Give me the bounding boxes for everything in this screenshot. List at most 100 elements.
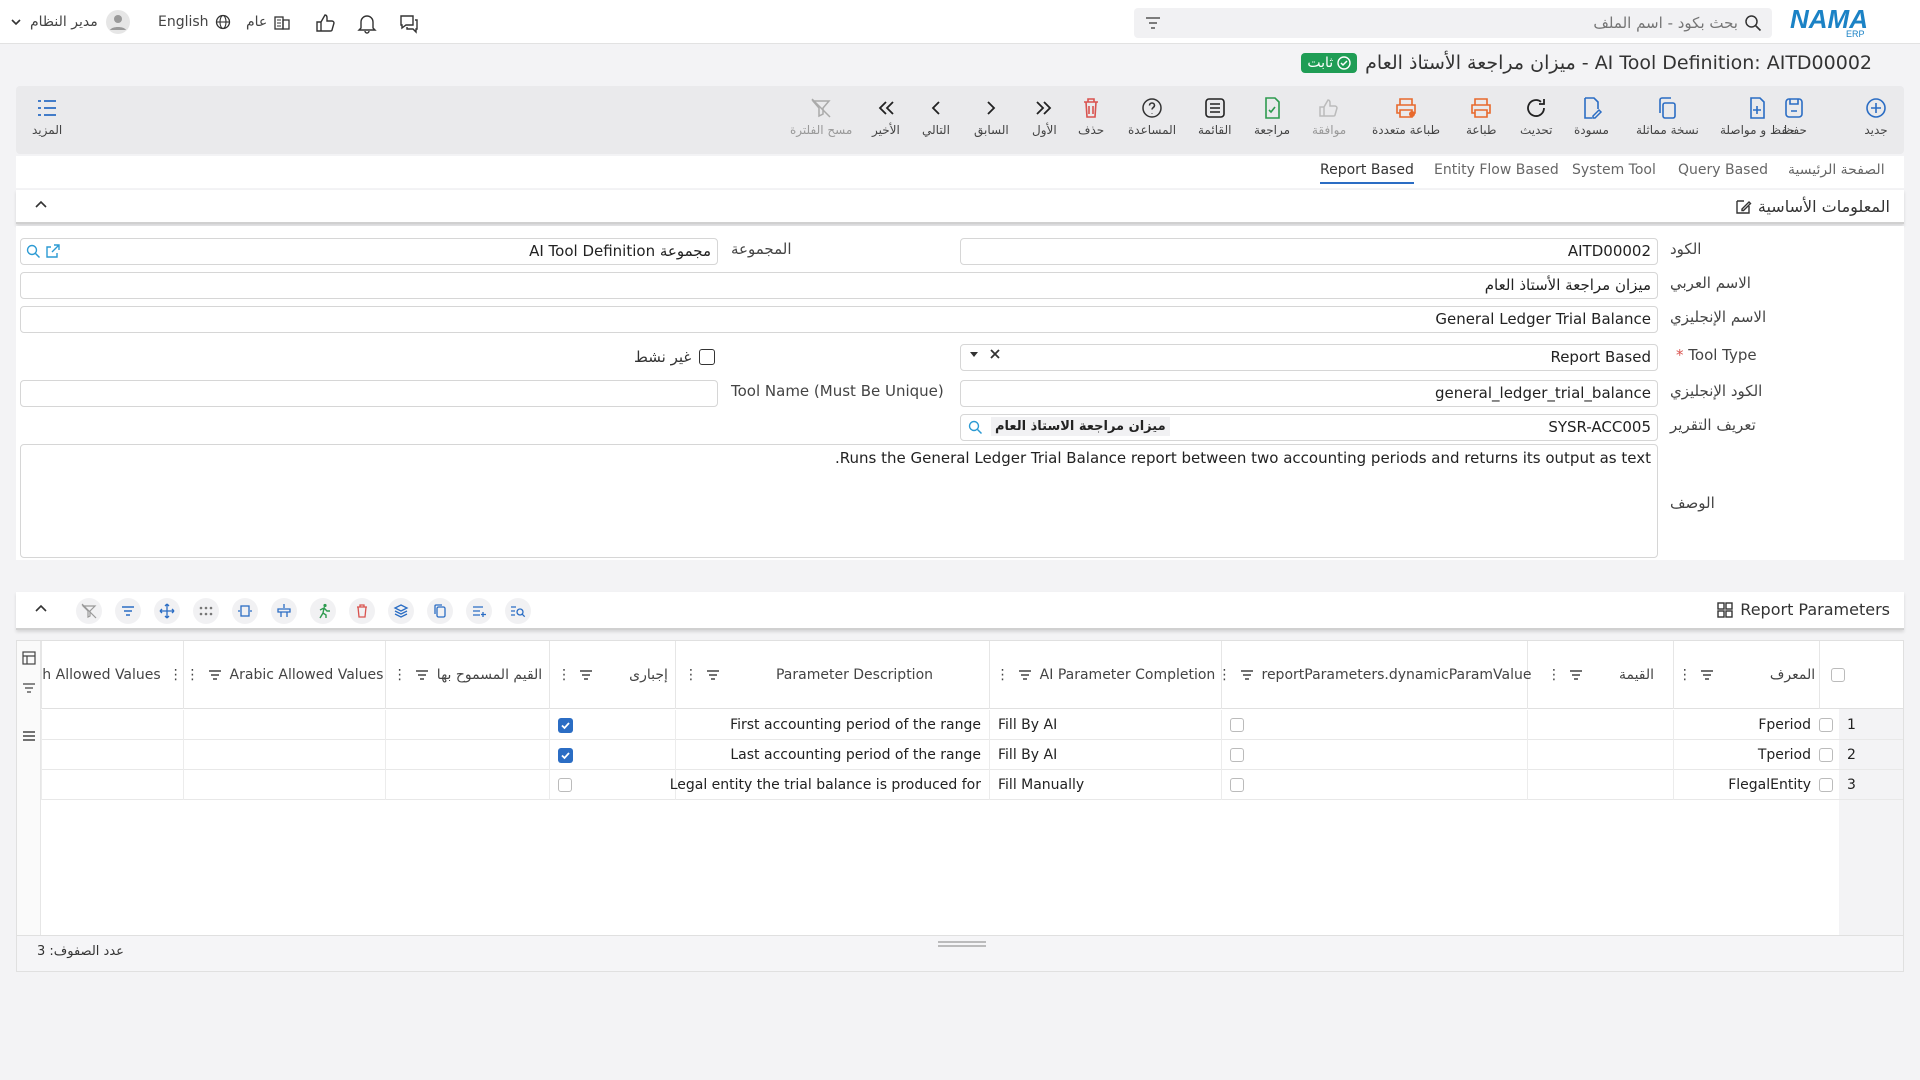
trash-icon[interactable] [349, 598, 375, 624]
required-checkbox-checked[interactable] [558, 747, 573, 763]
arabic-allowed-cell[interactable] [183, 740, 385, 770]
completion-cell[interactable]: Fill Manually [989, 770, 1221, 800]
dynamic-value-cell[interactable] [1221, 710, 1527, 740]
header-id[interactable]: ⋮ المعرف [1673, 641, 1819, 709]
external-link-icon[interactable] [45, 243, 61, 259]
basic-info-header[interactable]: المعلومات الأساسية [16, 190, 1904, 224]
tab-entity-flow-based[interactable]: Entity Flow Based [1434, 162, 1559, 178]
description-cell[interactable]: First accounting period of the range [675, 710, 989, 740]
table-row[interactable]: 1 Fperiod Fill By AI First accounting pe… [41, 710, 1903, 740]
help-button[interactable]: المساعدة [1128, 96, 1176, 137]
first-button[interactable]: الأول [1032, 96, 1057, 137]
review-button[interactable]: مراجعة [1254, 96, 1290, 137]
table-row[interactable]: 2 Tperiod Fill By AI Last accounting per… [41, 740, 1903, 770]
duplicate-button[interactable]: نسخة مماثلة [1636, 96, 1699, 137]
english-allowed-cell[interactable] [41, 770, 183, 800]
lookup-search-icon[interactable] [25, 243, 41, 259]
run-icon[interactable] [310, 598, 336, 624]
arabic-name-field[interactable]: ميزان مراجعة الأستاذ العام [20, 272, 1658, 299]
dynamic-value-cell[interactable] [1221, 740, 1527, 770]
draft-button[interactable]: مسودة [1574, 96, 1609, 137]
header-dynamic[interactable]: ⋮ reportParameters.dynamicParamValue [1218, 641, 1532, 709]
tab-system-tool[interactable]: System Tool [1572, 162, 1656, 178]
param-id-cell[interactable]: FlegalEntity [1673, 770, 1819, 800]
completion-cell[interactable]: Fill By AI [989, 740, 1221, 770]
header-description[interactable]: ⋮ Parameter Description [675, 641, 989, 709]
param-id-cell[interactable]: Fperiod [1673, 710, 1819, 740]
header-required[interactable]: ⋮ إجبارى [549, 641, 675, 709]
chevron-up-icon[interactable] [34, 602, 48, 616]
layers-icon[interactable] [388, 598, 414, 624]
required-checkbox-checked[interactable] [558, 717, 573, 733]
clear-filter-button[interactable]: مسح الفلترة [790, 96, 852, 137]
list-button[interactable]: القائمة [1198, 96, 1231, 137]
header-value[interactable]: ⋮ القيمة [1527, 641, 1673, 709]
group-field[interactable]: مجموعة AI Tool Definition [20, 238, 718, 265]
description-cell[interactable]: Last accounting period of the range [675, 740, 989, 770]
required-cell[interactable] [549, 740, 675, 770]
param-value-cell[interactable] [1527, 710, 1673, 740]
new-button[interactable]: جديد [1864, 96, 1888, 137]
refresh-button[interactable]: تحديث [1520, 96, 1553, 137]
header-allowed[interactable]: ⋮ القيم المسموح بها [385, 641, 549, 709]
columns-icon[interactable] [22, 651, 36, 665]
param-value-cell[interactable] [1527, 740, 1673, 770]
user-menu[interactable]: مدير النظام [10, 10, 130, 34]
print-button[interactable]: طباعة [1466, 96, 1496, 137]
last-button[interactable]: الأخير [872, 96, 900, 137]
tab-report-based[interactable]: Report Based [1320, 162, 1414, 184]
filter-icon[interactable] [1144, 14, 1162, 32]
multi-print-button[interactable]: طباعة متعددة [1372, 96, 1440, 137]
code-field[interactable]: AITD00002 [960, 238, 1658, 265]
required-cell[interactable] [549, 710, 675, 740]
report-def-field[interactable]: ميزان مراجعة الاستاذ العام SYSR-ACC005 [960, 414, 1658, 441]
completion-cell[interactable]: Fill By AI [989, 710, 1221, 740]
filter-lines-icon[interactable] [115, 598, 141, 624]
allowed-cell[interactable] [385, 740, 549, 770]
allowed-cell[interactable] [385, 710, 549, 740]
dynamic-checkbox[interactable] [1230, 718, 1244, 732]
english-name-field[interactable]: General Ledger Trial Balance [20, 306, 1658, 333]
move-icon[interactable] [154, 598, 180, 624]
list-search-icon[interactable] [505, 598, 531, 624]
chat-icon[interactable] [396, 10, 422, 36]
row-checkbox[interactable] [1819, 770, 1839, 800]
english-allowed-cell[interactable] [41, 710, 183, 740]
inactive-checkbox-group[interactable]: غير نشط [634, 348, 716, 366]
description-cell[interactable]: Legal entity the trial balance is produc… [670, 770, 989, 800]
dynamic-checkbox[interactable] [1230, 748, 1244, 762]
param-value-cell[interactable] [1527, 770, 1673, 800]
tab-home[interactable]: الصفحة الرئيسية [1788, 162, 1885, 178]
row-checkbox[interactable] [1819, 740, 1839, 770]
dynamic-checkbox[interactable] [1230, 778, 1244, 792]
bell-icon[interactable] [354, 10, 380, 36]
required-checkbox-unchecked[interactable] [558, 778, 572, 792]
thumbs-up-icon[interactable] [312, 10, 338, 36]
approve-button[interactable]: موافقة [1312, 96, 1346, 137]
inactive-checkbox[interactable] [699, 349, 716, 365]
more-button[interactable]: المزيد [32, 96, 62, 137]
lookup-search-icon[interactable] [967, 419, 983, 435]
save-button[interactable]: حفظ [1782, 96, 1807, 137]
select-all-checkbox[interactable] [1830, 668, 1845, 682]
allowed-cell[interactable] [385, 770, 549, 800]
table-row[interactable]: 3 FlegalEntity Fill Manually Legal entit… [41, 770, 1903, 800]
header-completion[interactable]: ⋮ AI Parameter Completion [989, 641, 1221, 709]
english-allowed-cell[interactable] [41, 740, 183, 770]
filter-icon[interactable] [22, 681, 36, 695]
param-id-cell[interactable]: Tperiod [1673, 740, 1819, 770]
clear-icon[interactable] [989, 348, 1001, 360]
next-button[interactable]: التالي [922, 96, 950, 137]
grid-dots-icon[interactable] [193, 598, 219, 624]
resize-handle-icon[interactable] [937, 940, 987, 948]
row-checkbox[interactable] [1819, 710, 1839, 740]
fit-columns-icon[interactable] [232, 598, 258, 624]
tool-name-field[interactable] [20, 380, 718, 407]
dynamic-value-cell[interactable] [1221, 770, 1527, 800]
general-menu[interactable]: عام [246, 10, 291, 34]
previous-button[interactable]: السابق [974, 96, 1009, 137]
table-insert-icon[interactable] [271, 598, 297, 624]
filter-off-icon[interactable] [76, 598, 102, 624]
arabic-allowed-cell[interactable] [183, 770, 385, 800]
copy-icon[interactable] [427, 598, 453, 624]
